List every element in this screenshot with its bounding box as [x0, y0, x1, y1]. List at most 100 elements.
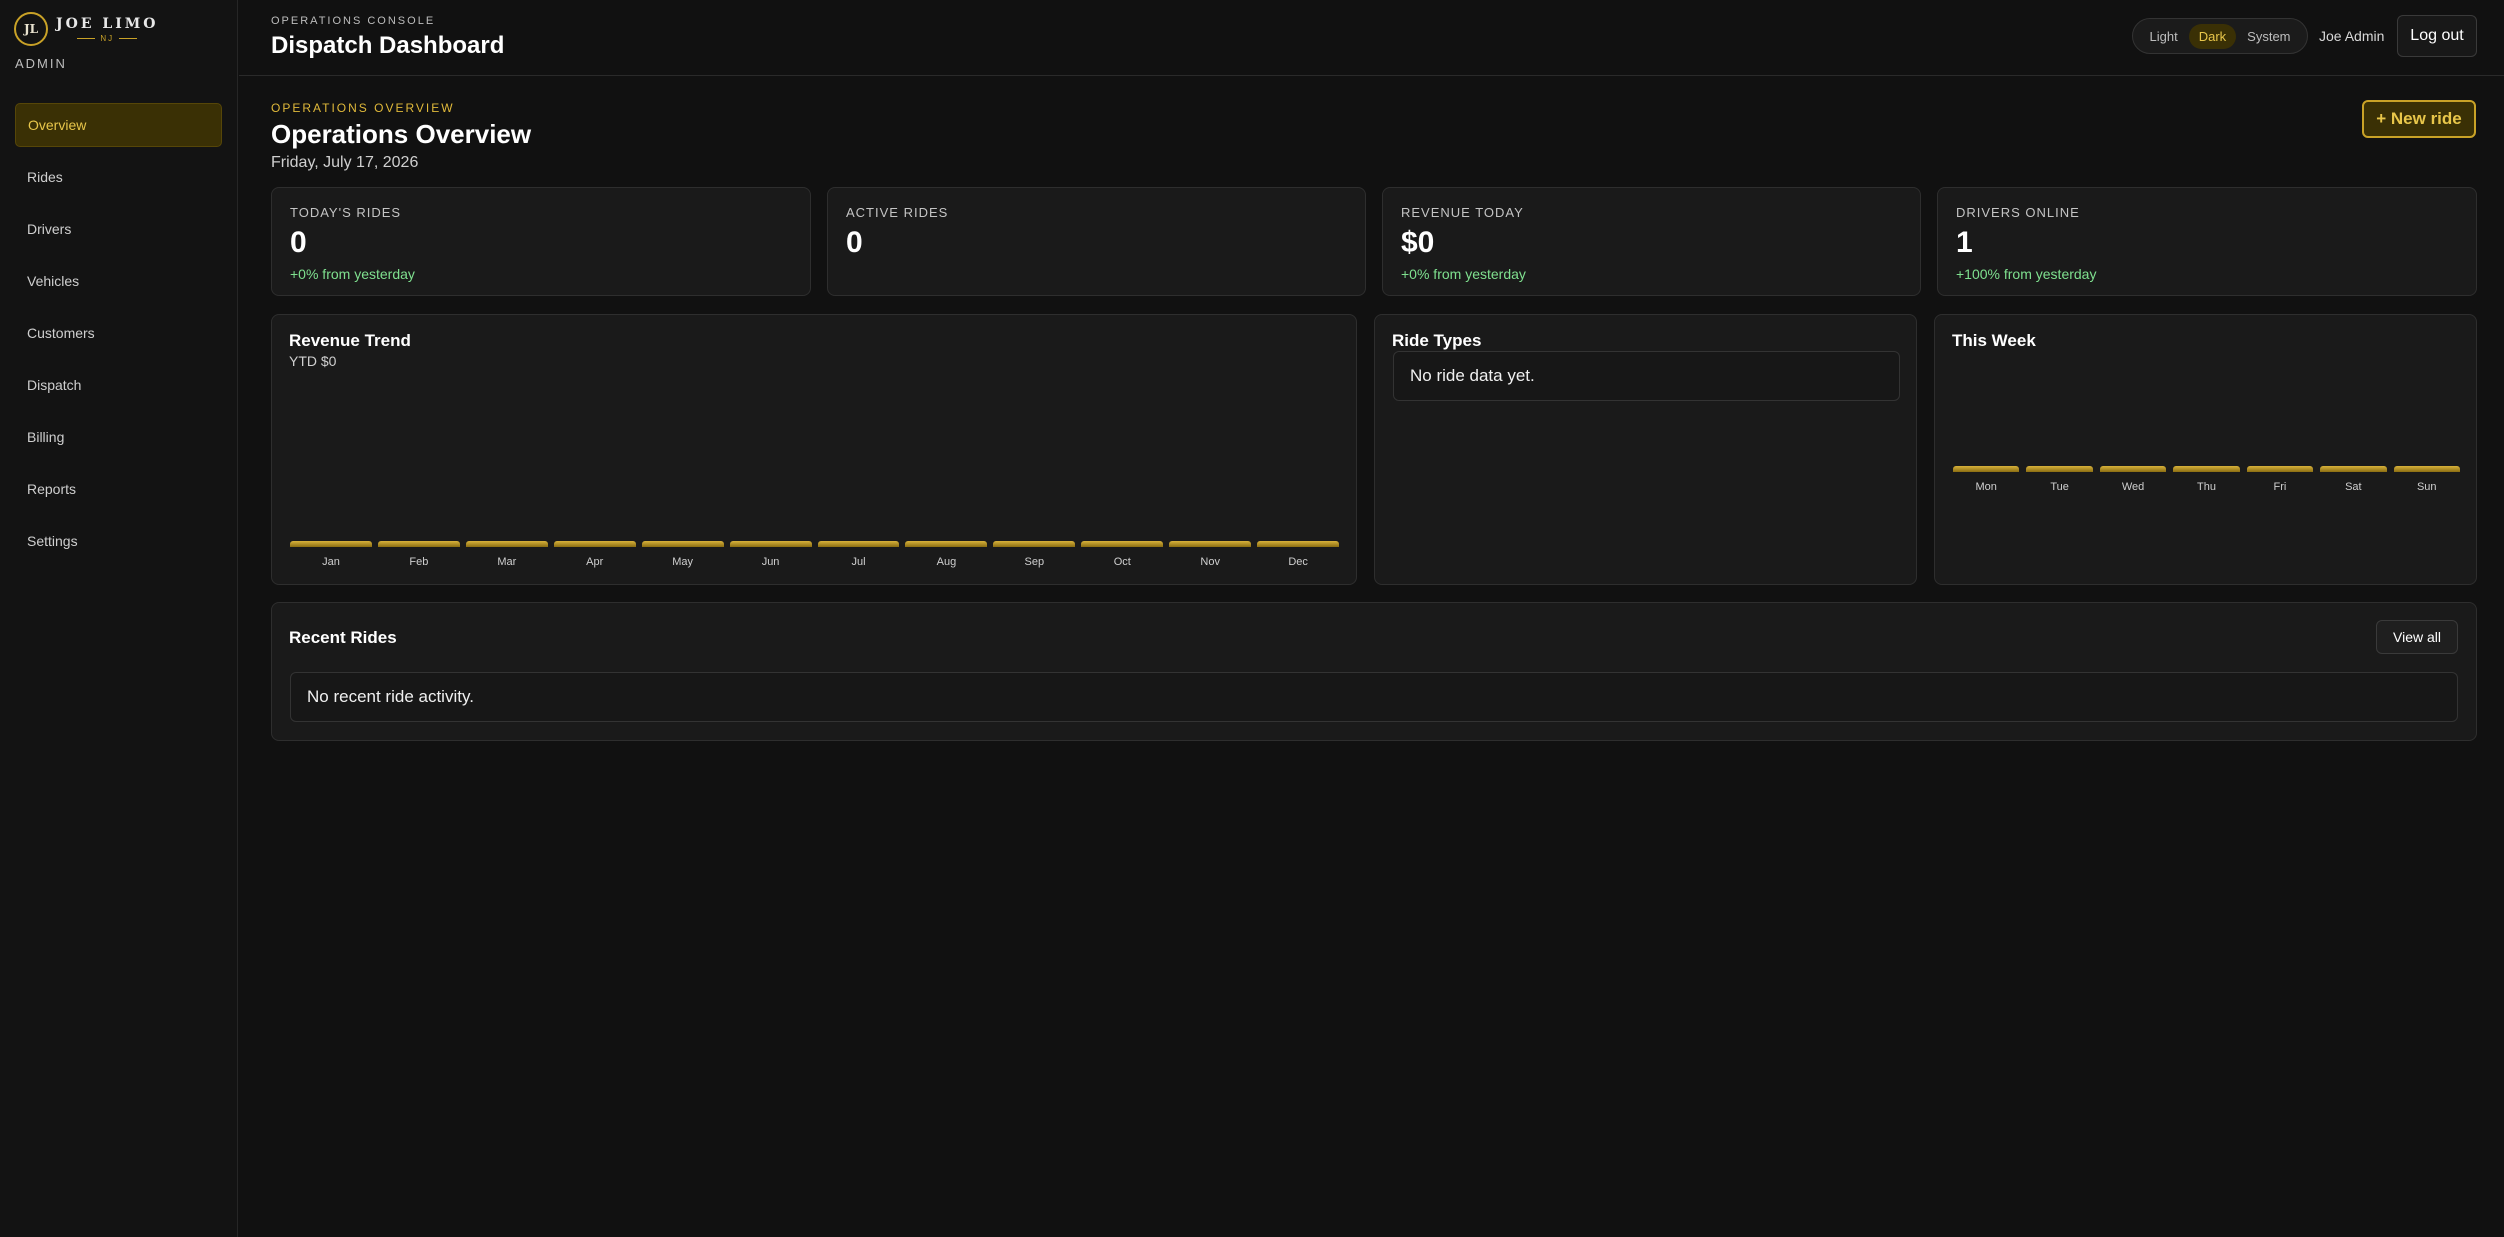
- bar-feb: [377, 541, 460, 547]
- sidebar-item-customers[interactable]: Customers: [15, 311, 222, 355]
- stat-value: 0: [846, 226, 863, 259]
- panel-title: Revenue Trend: [289, 331, 411, 350]
- bar-column: Sep: [993, 541, 1076, 568]
- stat-card-todays-rides: TODAY'S RIDES 0 +0% from yesterday: [271, 187, 811, 296]
- bar-label: Sun: [2416, 481, 2437, 493]
- stat-delta: +0% from yesterday: [290, 266, 415, 282]
- bar-column: Mon: [1953, 466, 2020, 493]
- recent-rides-empty-state: No recent ride activity.: [290, 672, 2458, 722]
- bar-column: Sat: [2320, 466, 2387, 493]
- theme-light-option[interactable]: Light: [2140, 24, 2188, 49]
- sidebar-item-reports[interactable]: Reports: [15, 467, 222, 511]
- bar-label: Jan: [322, 556, 340, 568]
- bar-label: Jul: [851, 556, 866, 568]
- bar-label: Dec: [1288, 556, 1308, 568]
- sidebar-item-drivers[interactable]: Drivers: [15, 207, 222, 251]
- bar-label: Oct: [1113, 556, 1131, 568]
- console-label: OPERATIONS CONSOLE: [271, 15, 436, 27]
- bar-may: [641, 541, 724, 547]
- stat-value: 1: [1956, 226, 1973, 259]
- sidebar: JL JOE LIMO NJ ADMIN Overview Rides Driv…: [0, 0, 238, 1237]
- stat-value: $0: [1401, 226, 1435, 259]
- bar-label: Apr: [586, 556, 604, 568]
- bar-wed: [2099, 466, 2167, 472]
- theme-dark-option[interactable]: Dark: [2188, 23, 2237, 49]
- bar-label: Aug: [936, 556, 957, 568]
- bar-column: Mar: [465, 541, 548, 568]
- bar-column: Tue: [2026, 466, 2093, 493]
- bar-thu: [2173, 466, 2240, 472]
- bar-column: Jul: [817, 541, 900, 568]
- bar-column: Feb: [377, 541, 460, 568]
- stat-card-drivers-online: DRIVERS ONLINE 1 +100% from yesterday: [1937, 187, 2477, 296]
- stat-delta: +100% from yesterday: [1956, 266, 2097, 282]
- sidebar-item-vehicles[interactable]: Vehicles: [15, 259, 222, 303]
- sidebar-item-rides[interactable]: Rides: [15, 155, 222, 199]
- bar-nov: [1169, 541, 1252, 547]
- page-title: Operations Overview: [271, 119, 532, 149]
- recent-rides-panel: Recent Rides No recent ride activity.: [271, 602, 2477, 741]
- bar-sun: [2393, 466, 2460, 472]
- page-eyebrow: OPERATIONS OVERVIEW: [271, 101, 455, 115]
- sidebar-item-dispatch[interactable]: Dispatch: [15, 363, 222, 407]
- stat-label: ACTIVE RIDES: [846, 205, 949, 220]
- bar-jul: [817, 541, 900, 547]
- bar-label: Tue: [2050, 481, 2069, 493]
- revenue-bar-chart: Jan Feb Mar Apr May Jun Jul Aug Sep Oct Nov Dec: [290, 541, 1340, 568]
- view-all-button[interactable]: View all: [2376, 620, 2458, 654]
- bar-oct: [1081, 541, 1164, 547]
- bar-dec: [1257, 541, 1340, 547]
- logout-button[interactable]: Log out: [2397, 15, 2477, 57]
- brand-role: ADMIN: [15, 56, 67, 71]
- this-week-panel: This Week Mon Tue Wed Thu Fri Sat Sun: [1934, 314, 2477, 585]
- bar-label: Jun: [761, 556, 780, 568]
- bar-column: Wed: [2099, 466, 2167, 493]
- page-date: Friday, July 17, 2026: [271, 154, 419, 171]
- sidebar-nav: Overview Rides Drivers Vehicles Customer…: [15, 103, 222, 571]
- bar-mon: [1953, 466, 2020, 472]
- bar-label: Thu: [2196, 481, 2216, 493]
- ride-types-panel: Ride Types No ride data yet.: [1374, 314, 1917, 585]
- logo-emblem: JL: [14, 12, 48, 46]
- bar-column: Oct: [1081, 541, 1164, 568]
- sidebar-item-settings[interactable]: Settings: [15, 519, 222, 563]
- theme-system-option[interactable]: System: [2237, 24, 2300, 49]
- weekly-bar-chart: Mon Tue Wed Thu Fri Sat Sun: [1953, 466, 2460, 493]
- bar-column: Dec: [1257, 541, 1340, 568]
- bar-jun: [729, 541, 812, 547]
- sidebar-item-billing[interactable]: Billing: [15, 415, 222, 459]
- bar-label: Wed: [2121, 481, 2145, 493]
- bar-column: Aug: [905, 541, 988, 568]
- sidebar-item-overview[interactable]: Overview: [15, 103, 222, 147]
- bar-apr: [553, 541, 636, 547]
- bar-jan: [290, 541, 372, 547]
- stat-label: REVENUE TODAY: [1401, 205, 1524, 220]
- revenue-ytd: YTD $0: [289, 353, 337, 369]
- theme-toggle: Light Dark System: [2132, 18, 2308, 54]
- bar-column: Nov: [1169, 541, 1252, 568]
- bar-aug: [905, 541, 988, 547]
- header-title: Dispatch Dashboard: [271, 32, 505, 59]
- bar-sep: [993, 541, 1076, 547]
- stat-card-active-rides: ACTIVE RIDES 0: [827, 187, 1366, 296]
- bar-column: Jun: [729, 541, 812, 568]
- bar-column: Fri: [2246, 466, 2314, 493]
- bar-label: Feb: [409, 556, 429, 568]
- bar-label: Sat: [2345, 481, 2362, 493]
- bar-column: Jan: [290, 541, 372, 568]
- new-ride-button[interactable]: + New ride: [2362, 100, 2476, 138]
- stat-label: TODAY'S RIDES: [290, 205, 402, 220]
- brand-region: NJ: [72, 34, 142, 43]
- bar-mar: [465, 541, 548, 547]
- panel-title: Ride Types: [1392, 331, 1482, 350]
- bar-sat: [2320, 466, 2387, 472]
- stat-value: 0: [290, 226, 307, 259]
- bar-column: Thu: [2173, 466, 2240, 493]
- brand-name: JOE LIMO: [56, 15, 159, 32]
- brand-logo[interactable]: JL JOE LIMO NJ: [14, 12, 158, 46]
- bar-label: Fri: [2273, 481, 2287, 493]
- bar-tue: [2026, 466, 2093, 472]
- bar-label: Sep: [1024, 556, 1045, 568]
- bar-label: Nov: [1200, 556, 1220, 568]
- stat-card-revenue-today: REVENUE TODAY $0 +0% from yesterday: [1382, 187, 1921, 296]
